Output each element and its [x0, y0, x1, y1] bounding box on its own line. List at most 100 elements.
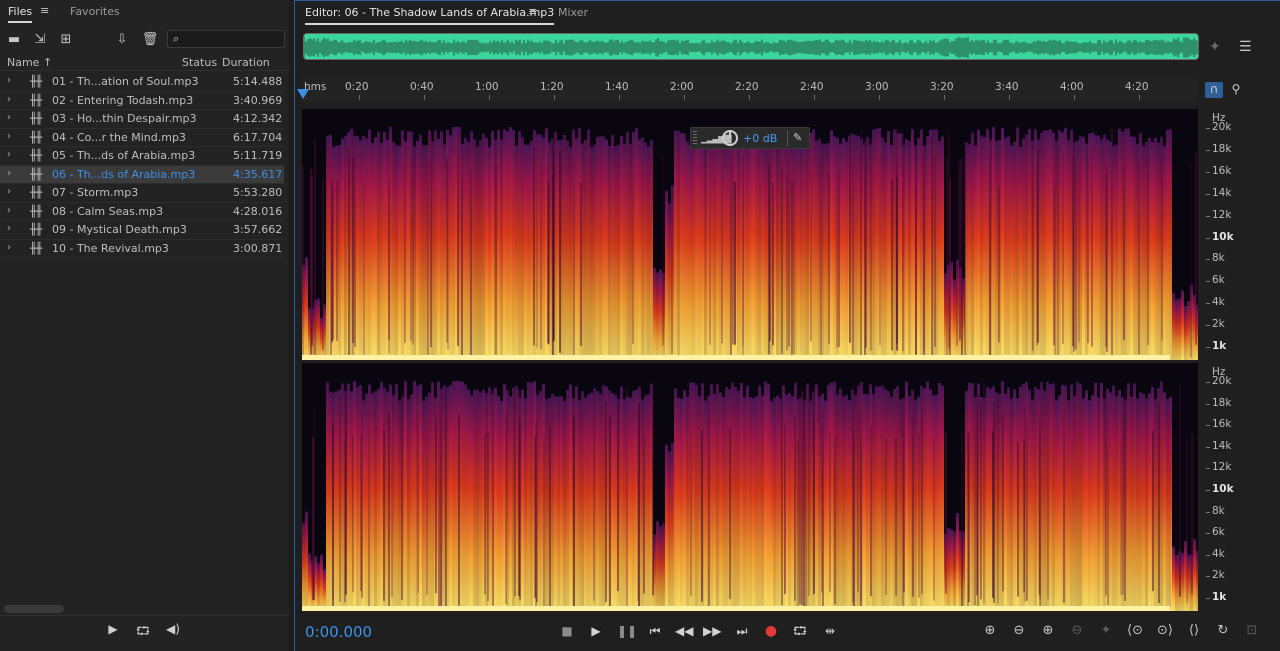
tab-favorites[interactable]: Favorites	[70, 5, 120, 18]
playhead-marker[interactable]	[297, 89, 309, 99]
expand-chevron-icon[interactable]: ›	[7, 168, 11, 179]
search-input[interactable]	[190, 32, 280, 46]
skip-to-start-icon[interactable]: ⏮	[646, 622, 664, 640]
spectrogram-column	[500, 139, 503, 360]
new-file-icon[interactable]: ⊞	[56, 31, 76, 49]
hz-label: 20k	[1212, 121, 1232, 133]
expand-chevron-icon[interactable]: ›	[7, 205, 11, 216]
spectrogram-column	[956, 259, 959, 360]
file-row-selected[interactable]: › ╫╫ 06 - Th...ds of Arabia.mp3 4:35.617	[0, 165, 284, 184]
spectrogram-column	[1064, 127, 1067, 360]
tab-editor[interactable]: Editor: 06 - The Shadow Lands of Arabia.…	[305, 6, 555, 25]
open-file-icon[interactable]: ▬	[4, 31, 24, 49]
spectrogram-column	[941, 136, 944, 360]
tab-mixer[interactable]: Mixer	[558, 6, 588, 19]
column-duration[interactable]: Duration	[222, 56, 270, 69]
snap-magnet-icon[interactable]: ∩	[1205, 82, 1223, 98]
current-time[interactable]: 0:00.000	[305, 623, 372, 641]
fast-forward-icon[interactable]: ▶▶	[703, 622, 721, 640]
hud-grip-handle[interactable]	[693, 131, 697, 146]
file-row[interactable]: › ╫╫ 10 - The Revival.mp3 3:00.871	[0, 240, 284, 258]
spectrogram-column	[842, 396, 845, 611]
spectrogram-column	[971, 383, 974, 611]
spectrogram-column	[1001, 127, 1004, 360]
loop-playback-icon[interactable]: ⮔	[791, 622, 809, 640]
expand-chevron-icon[interactable]: ›	[7, 149, 11, 160]
file-row[interactable]: › ╫╫ 09 - Mystical Death.mp3 3:57.662	[0, 221, 284, 240]
spectrogram-column	[638, 139, 641, 360]
spectrogram-column	[923, 388, 926, 611]
file-row[interactable]: › ╫╫ 05 - Th...ds of Arabia.mp3 5:11.719	[0, 147, 284, 166]
editor-menu-icon[interactable]: ☰	[1239, 39, 1252, 55]
stop-icon[interactable]: ■	[558, 622, 576, 640]
reset-zoom-icon[interactable]: ↻	[1212, 621, 1234, 641]
zoom-in-point-icon[interactable]: ⊙⟩	[1154, 621, 1176, 641]
insert-into-multitrack-icon[interactable]: ⇩	[112, 31, 132, 49]
skip-to-end-icon[interactable]: ⏭	[733, 622, 751, 640]
zoom-to-selection-icon[interactable]: ⟨⊙	[1124, 621, 1146, 641]
record-icon[interactable]: ●	[762, 622, 780, 640]
spectrogram-column	[764, 145, 767, 360]
column-name[interactable]: Name ↑	[7, 56, 52, 69]
play-icon[interactable]: ▶	[587, 622, 605, 640]
file-name: 08 - Calm Seas.mp3	[52, 204, 164, 218]
import-file-icon[interactable]: ⇲	[30, 31, 50, 49]
editor-panel-menu-icon[interactable]: ≡	[528, 6, 537, 17]
zoom-in-amplitude-icon[interactable]: ⊕	[979, 621, 1001, 641]
rewind-icon[interactable]: ◀◀	[675, 622, 693, 640]
spectrogram-column	[869, 144, 872, 360]
file-row[interactable]: › ╫╫ 02 - Entering Todash.mp3 3:40.969	[0, 92, 284, 110]
preview-play-icon[interactable]: ▶	[103, 622, 123, 638]
timeline-ruler[interactable]: hms 0:20 0:40 1:00 1:20 1:40 2:00 2:20 2:40 3:00 3…	[301, 78, 1198, 102]
zoom-out-point-icon[interactable]: ⟨⟩	[1183, 621, 1205, 641]
spectrogram-column	[1073, 395, 1076, 611]
spectrogram-column	[836, 394, 839, 611]
file-row[interactable]: › ╫╫ 03 - Ho...thin Despair.mp3 4:12.342	[0, 110, 284, 129]
file-search[interactable]: ⌕	[167, 30, 285, 48]
zoom-selection-icon[interactable]: ✦	[1209, 39, 1221, 55]
spectrogram-column	[686, 141, 689, 360]
ruler-label: 4:20	[1125, 81, 1149, 93]
preview-loop-icon[interactable]: ⮔	[133, 622, 153, 638]
spectrogram-column	[986, 386, 989, 611]
spectrogram-column	[1163, 145, 1166, 360]
expand-chevron-icon[interactable]: ›	[7, 94, 11, 105]
file-row[interactable]: › ╫╫ 08 - Calm Seas.mp3 4:28.016	[0, 203, 284, 221]
trash-icon[interactable]: 🗑	[140, 31, 160, 49]
hz-label: 18k	[1212, 142, 1232, 155]
spectrogram-column	[1013, 389, 1016, 611]
gain-knob[interactable]	[722, 130, 738, 146]
marker-pin-icon[interactable]: ⚲	[1227, 82, 1245, 98]
column-status[interactable]: Status	[182, 56, 217, 69]
waveform-overview[interactable]	[303, 33, 1199, 60]
expand-chevron-icon[interactable]: ›	[7, 131, 11, 142]
files-horizontal-scrollbar[interactable]	[4, 605, 64, 613]
files-panel-menu-icon[interactable]: ≡	[40, 5, 49, 16]
file-row[interactable]: › ╫╫ 01 - Th...ation of Soul.mp3 5:14.488	[0, 73, 284, 92]
skip-selection-icon[interactable]: ⇹	[821, 622, 839, 640]
amplitude-hud[interactable]: ▁▂▃▅▆ +0 dB ✎	[690, 127, 810, 149]
spectrogram-column	[1187, 301, 1190, 360]
zoom-out-amplitude-icon[interactable]: ⊖	[1008, 621, 1030, 641]
spectrogram-column	[1160, 381, 1163, 611]
spectrogram-column	[500, 400, 503, 611]
spectrogram-column	[707, 130, 710, 360]
pause-icon[interactable]: ❚❚	[617, 622, 637, 640]
channel-right-spectrogram[interactable]	[302, 363, 1198, 611]
spectrogram-column	[545, 398, 548, 611]
file-row[interactable]: › ╫╫ 04 - Co...r the Mind.mp3 6:17.704	[0, 129, 284, 147]
spectrogram-column	[863, 393, 866, 611]
pin-icon[interactable]: ✎	[793, 131, 802, 144]
expand-chevron-icon[interactable]: ›	[7, 75, 11, 86]
expand-chevron-icon[interactable]: ›	[7, 223, 11, 234]
file-row[interactable]: › ╫╫ 07 - Storm.mp3 5:53.280	[0, 184, 284, 203]
preview-volume-icon[interactable]: ◀)	[163, 622, 183, 638]
spectrogram-column	[881, 385, 884, 611]
zoom-in-time-icon[interactable]: ⊕	[1037, 621, 1059, 641]
tab-files[interactable]: Files	[8, 5, 33, 23]
spectrogram-column	[584, 139, 587, 360]
expand-chevron-icon[interactable]: ›	[7, 186, 11, 197]
spectral-display[interactable]: Hz 20k 18k 16k 14k 12k 10k 8k 6k 4k 2k 1k Hz 20k 18k 1…	[302, 109, 1234, 611]
expand-chevron-icon[interactable]: ›	[7, 242, 11, 253]
expand-chevron-icon[interactable]: ›	[7, 112, 11, 123]
